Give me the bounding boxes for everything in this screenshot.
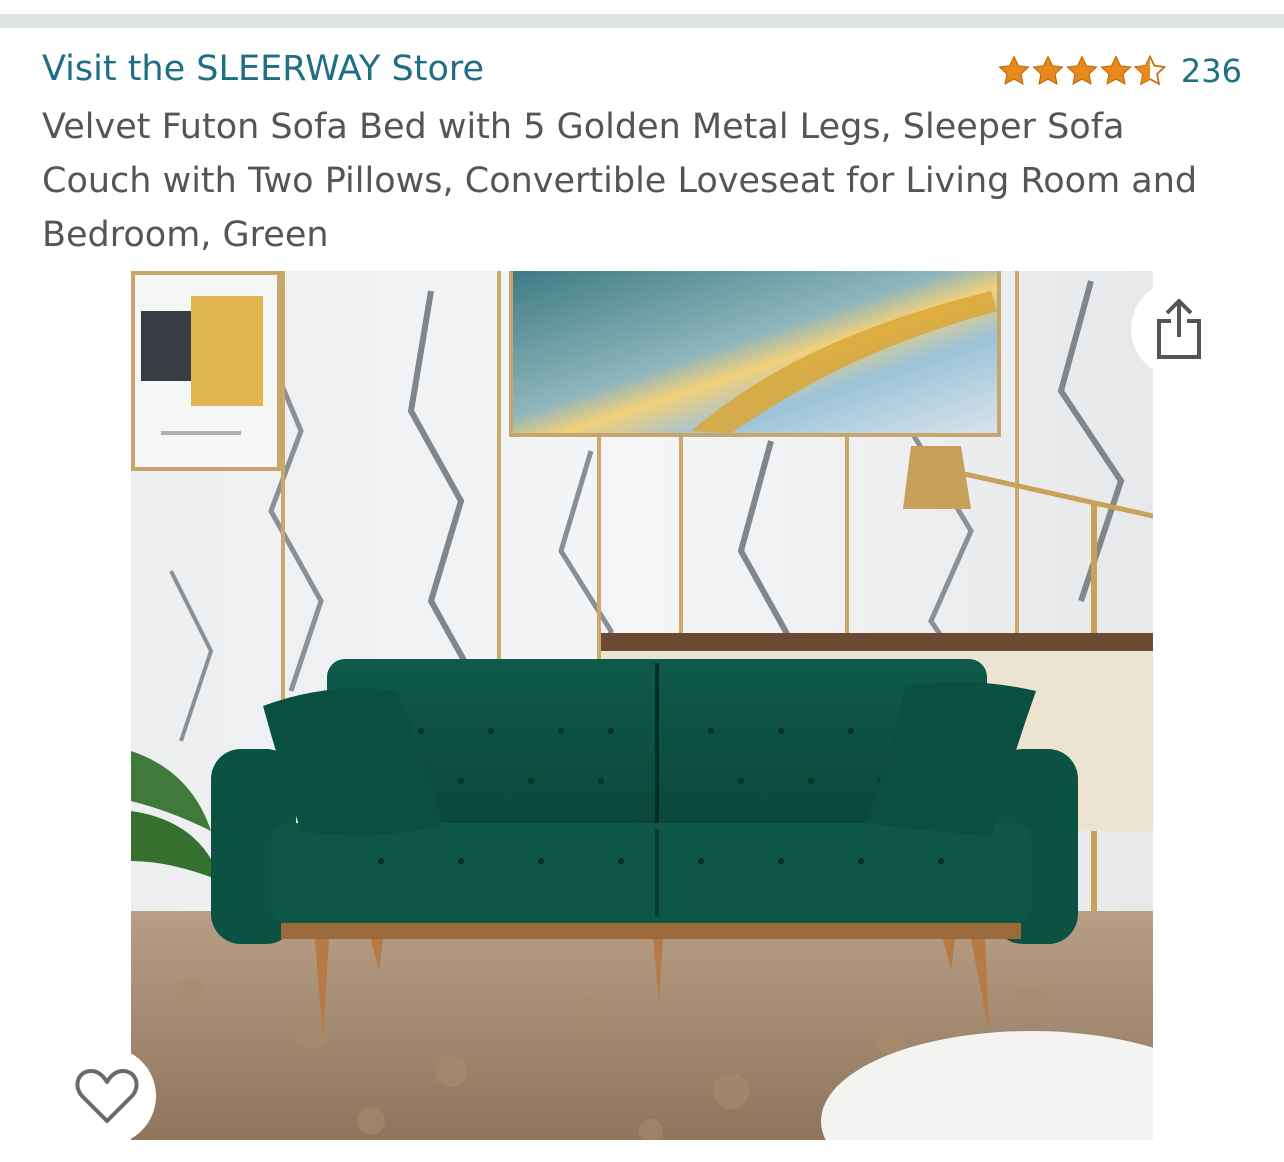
star-full-icon <box>1032 55 1064 85</box>
share-button[interactable] <box>1131 281 1227 377</box>
heart-icon <box>75 1069 139 1123</box>
star-rating <box>997 54 1167 88</box>
star-full-icon <box>1100 55 1132 85</box>
product-page: Visit the SLEERWAY Store 236 Velvet Futo… <box>0 0 1284 1162</box>
product-title: Velvet Futon Sofa Bed with 5 Golden Meta… <box>42 107 1198 255</box>
star-full-icon <box>1066 55 1098 85</box>
star-half-icon <box>1133 54 1167 86</box>
store-link[interactable]: Visit the SLEERWAY Store <box>42 44 484 94</box>
top-divider-bar <box>0 14 1284 28</box>
share-icon <box>1157 299 1201 359</box>
product-image[interactable] <box>131 271 1153 1140</box>
star-full-icon <box>998 55 1030 85</box>
product-photo <box>131 271 1153 1140</box>
rating[interactable]: 236 <box>997 48 1242 94</box>
rating-count[interactable]: 236 <box>1181 48 1242 94</box>
wishlist-button[interactable] <box>58 1047 156 1145</box>
